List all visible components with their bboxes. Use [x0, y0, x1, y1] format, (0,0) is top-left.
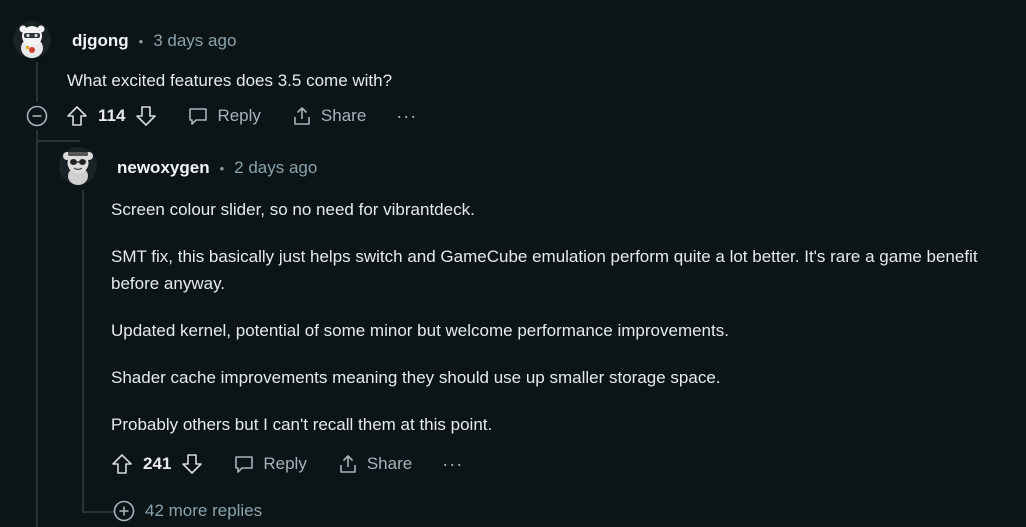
upvote-button[interactable] [111, 453, 133, 475]
comment-actions: 241 Reply Share ··· [111, 448, 463, 480]
comment-body: Screen colour slider, so no need for vib… [111, 196, 1016, 438]
more-options-button[interactable]: ··· [442, 454, 463, 475]
thread-line-more-branch [82, 511, 114, 513]
reply-button[interactable]: Reply [187, 105, 261, 127]
collapse-minus-icon [26, 105, 48, 127]
reply-button[interactable]: Reply [233, 453, 307, 475]
comment-meta: newoxygen • 2 days ago [117, 158, 317, 178]
timestamp[interactable]: 2 days ago [234, 158, 317, 178]
share-label: Share [366, 454, 413, 473]
collapse-button[interactable] [26, 105, 48, 127]
comment-paragraph: SMT fix, this basically just helps switc… [111, 247, 978, 293]
avatar[interactable] [58, 146, 98, 186]
upvote-arrow-icon [67, 106, 87, 126]
comment-paragraph: Probably others but I can't recall them … [111, 415, 493, 434]
comment-paragraph: Shader cache improvements meaning they s… [111, 368, 721, 387]
downvote-arrow-icon [182, 454, 203, 474]
thread-line-main-lower[interactable] [36, 130, 38, 527]
username[interactable]: djgong [72, 31, 129, 51]
share-icon [294, 107, 310, 125]
comment-actions: 114 Reply Share ··· [66, 100, 417, 132]
more-replies-label: 42 more replies [145, 501, 263, 520]
username[interactable]: newoxygen [117, 158, 210, 178]
downvote-arrow-icon [136, 106, 157, 126]
speech-bubble-icon [235, 456, 254, 473]
avatar[interactable] [12, 20, 52, 60]
separator-dot: • [219, 160, 225, 176]
more-replies-button[interactable]: 42 more replies [113, 500, 262, 522]
downvote-button[interactable] [135, 105, 157, 127]
reply-label: Reply [263, 454, 307, 473]
thread-line-main[interactable] [36, 62, 38, 102]
snoo-avatar-icon [13, 21, 51, 59]
more-options-button[interactable]: ··· [396, 106, 417, 127]
reply-label: Reply [217, 106, 261, 125]
timestamp[interactable]: 3 days ago [153, 31, 236, 51]
share-button[interactable]: Share [291, 105, 366, 127]
comment-paragraph: What excited features does 3.5 come with… [67, 71, 393, 90]
share-icon [340, 455, 356, 473]
share-button[interactable]: Share [337, 453, 412, 475]
separator-dot: • [138, 33, 144, 49]
comment-body: What excited features does 3.5 come with… [67, 67, 1007, 94]
upvote-arrow-icon [112, 454, 132, 474]
plus-circle-icon [113, 500, 135, 522]
speech-bubble-icon [189, 108, 208, 125]
comment-thread: djgong • 3 days ago What excited feature… [0, 0, 1026, 527]
comment-paragraph: Screen colour slider, so no need for vib… [111, 200, 475, 219]
snoo-avatar-icon [59, 147, 97, 185]
upvote-button[interactable] [66, 105, 88, 127]
comment-meta: djgong • 3 days ago [72, 31, 236, 51]
thread-line-reply[interactable] [82, 190, 84, 512]
share-label: Share [320, 106, 367, 125]
vote-score: 241 [143, 454, 172, 473]
comment-paragraph: Updated kernel, potential of some minor … [111, 321, 729, 340]
downvote-button[interactable] [181, 453, 203, 475]
thread-line-branch [36, 140, 80, 142]
vote-score: 114 [98, 106, 126, 125]
